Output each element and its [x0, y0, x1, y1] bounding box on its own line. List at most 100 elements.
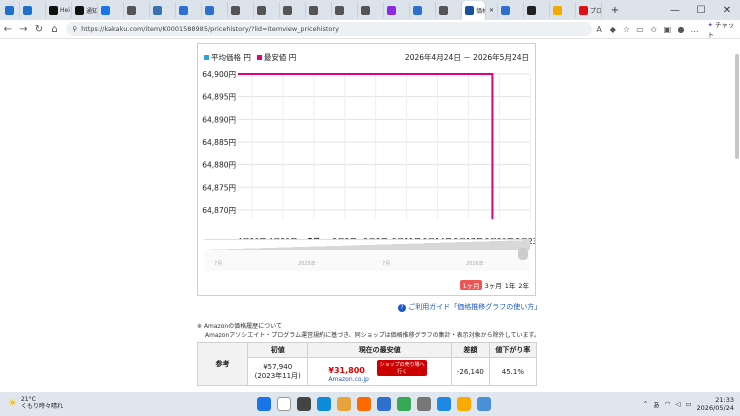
chrome-icon[interactable] — [397, 397, 411, 411]
chart-legend: 平均価格 円 最安値 円 — [204, 52, 296, 63]
header-first-price: 初値 — [246, 342, 309, 358]
left-tab-10[interactable] — [280, 2, 306, 18]
battery-icon[interactable]: ▭ — [685, 400, 691, 408]
minimize-button[interactable]: — — [662, 5, 688, 16]
reload-icon[interactable]: ↻ — [31, 24, 47, 35]
start-icon[interactable] — [257, 397, 271, 411]
url-text: https://kakaku.com/item/K0001588985/pric… — [81, 25, 339, 33]
file-explorer-icon[interactable] — [337, 397, 351, 411]
site-info-icon[interactable]: ⚲ — [72, 25, 77, 33]
more-menu-icon[interactable]: … — [688, 25, 702, 34]
amazon-note: ※ Amazonの価格履歴について Amazonアソシエイト・プログラム運営規約… — [197, 323, 540, 339]
y-tick-label: 64,880円 — [202, 161, 236, 170]
left-tab-15[interactable] — [410, 2, 436, 18]
left-tab-8[interactable] — [228, 2, 254, 18]
tab-active[interactable]: 価格 — [462, 1, 486, 20]
window-close-button[interactable]: ✕ — [714, 5, 740, 16]
read-aloud-icon[interactable]: A — [592, 25, 606, 34]
left-tab-7[interactable] — [202, 2, 228, 18]
navigator-label: 2025年 — [298, 261, 316, 267]
left-tab-12[interactable] — [332, 2, 358, 18]
chart-navigator[interactable]: 7月 2025年 7月 2026年 — [204, 239, 530, 271]
app-icon-6[interactable] — [477, 397, 491, 411]
left-tab-3[interactable] — [98, 2, 124, 18]
tab-favicon-icon — [361, 5, 370, 15]
app-icon-3[interactable] — [417, 397, 431, 411]
tab-favicon-icon — [579, 5, 588, 15]
task-view-icon[interactable] — [297, 397, 311, 411]
left-tab-4[interactable] — [124, 2, 150, 18]
tab-favicon-icon — [49, 5, 58, 15]
back-arrow-icon[interactable]: ← — [0, 24, 16, 35]
left-tab-14[interactable] — [384, 2, 410, 18]
left-tab-13[interactable] — [358, 2, 384, 18]
copilot-chat-button[interactable]: ✦ チャット — [707, 19, 740, 39]
left-tab-5[interactable] — [150, 2, 176, 18]
browser-toolbar: ← → ↻ ⌂ ⚲ https://kakaku.com/item/K00015… — [0, 20, 740, 39]
series-line-lowest — [238, 73, 494, 219]
tab-favicon-icon — [283, 5, 292, 15]
legend-lowest[interactable]: 最安値 円 — [256, 52, 296, 63]
y-tick-label: 64,900円 — [202, 70, 236, 79]
weather-widget[interactable]: ☀ 21°C くもり時々晴れ — [8, 396, 63, 410]
favorites-icon[interactable]: ✩ — [647, 25, 661, 34]
left-tab-1[interactable]: Hei — [46, 2, 72, 18]
right-tab-2[interactable] — [550, 2, 576, 18]
tab-favicon-icon — [127, 5, 136, 15]
app-icon-5[interactable] — [457, 397, 471, 411]
legend-average-swatch-icon — [204, 55, 209, 60]
left-tab-0[interactable] — [20, 2, 46, 18]
favorite-star-icon[interactable]: ☆ — [620, 25, 634, 34]
navigator-label: 7月 — [214, 261, 223, 267]
collections-icon[interactable]: ▣ — [661, 25, 675, 34]
address-bar[interactable]: ⚲ https://kakaku.com/item/K0001588985/pr… — [66, 22, 593, 36]
clock[interactable]: 21:33 2026/05/24 — [697, 396, 734, 412]
lowest-price-cell: ¥31,800 ショップの売り場へ行く Amazon.co.jp — [307, 357, 452, 386]
extension-icon[interactable]: ◆ — [606, 25, 620, 34]
edge-icon[interactable] — [317, 397, 331, 411]
page-scrollbar[interactable] — [735, 54, 739, 159]
right-tab-0[interactable] — [498, 2, 524, 18]
tab-favicon-icon — [553, 5, 562, 15]
range-button-1y[interactable]: 1年 — [505, 280, 516, 290]
app-icon-4[interactable] — [437, 397, 451, 411]
app-icon-1[interactable] — [357, 397, 371, 411]
left-tab-2[interactable]: 通知 — [72, 2, 98, 18]
search-icon[interactable] — [277, 397, 291, 411]
range-button-2y[interactable]: 2年 — [518, 280, 529, 290]
navigator-label: 7月 — [382, 261, 391, 267]
volume-icon[interactable]: ◁ — [675, 400, 680, 408]
range-button-3m[interactable]: 3ヶ月 — [485, 280, 502, 290]
tab-list-button[interactable] — [0, 2, 20, 18]
navigator-area — [204, 240, 530, 250]
tab-favicon-icon — [179, 5, 188, 15]
left-tab-11[interactable] — [306, 2, 332, 18]
maximize-button[interactable]: ☐ — [688, 5, 714, 16]
page-content: 平均価格 円 最安値 円 2026年4月24日 － 2026年5月24日 64,… — [0, 40, 740, 392]
forward-arrow-icon[interactable]: → — [16, 24, 32, 35]
chart-date-range: 2026年4月24日 － 2026年5月24日 — [404, 53, 529, 62]
left-tab-9[interactable] — [254, 2, 280, 18]
tab-favicon-icon — [501, 5, 510, 15]
right-tab-1[interactable] — [524, 2, 550, 18]
shop-button[interactable]: ショップの売り場へ行く — [377, 360, 428, 376]
price-summary-table: 参考 初値 現在の最安値 差額 値下がり率 ¥57,940 (2023年11月) … — [197, 342, 538, 386]
help-icon: ? — [398, 304, 406, 312]
right-tab-3[interactable]: プロ — [576, 2, 602, 18]
left-tab-16[interactable] — [436, 2, 462, 18]
tab-close-active[interactable]: ✕ — [486, 2, 498, 18]
left-tab-6[interactable] — [176, 2, 202, 18]
profile-avatar-icon[interactable]: ● — [674, 25, 688, 34]
legend-average[interactable]: 平均価格 円 — [204, 52, 251, 63]
tray-chevron-icon[interactable]: ⌃ — [643, 400, 648, 408]
navigator-handle[interactable] — [518, 248, 528, 260]
wifi-icon[interactable]: ◠ — [665, 400, 671, 408]
app-icon-2[interactable] — [377, 397, 391, 411]
ime-indicator[interactable]: あ — [653, 399, 660, 409]
new-tab-button[interactable]: + — [602, 5, 628, 16]
range-button-1m[interactable]: 1ヶ月 — [460, 280, 482, 290]
home-icon[interactable]: ⌂ — [47, 24, 63, 35]
guide-link[interactable]: ? ご利用ガイド「価格推移グラフの使い方」 — [398, 302, 541, 312]
split-screen-icon[interactable]: ▭ — [633, 25, 647, 34]
header-diff: 差額 — [450, 342, 490, 358]
